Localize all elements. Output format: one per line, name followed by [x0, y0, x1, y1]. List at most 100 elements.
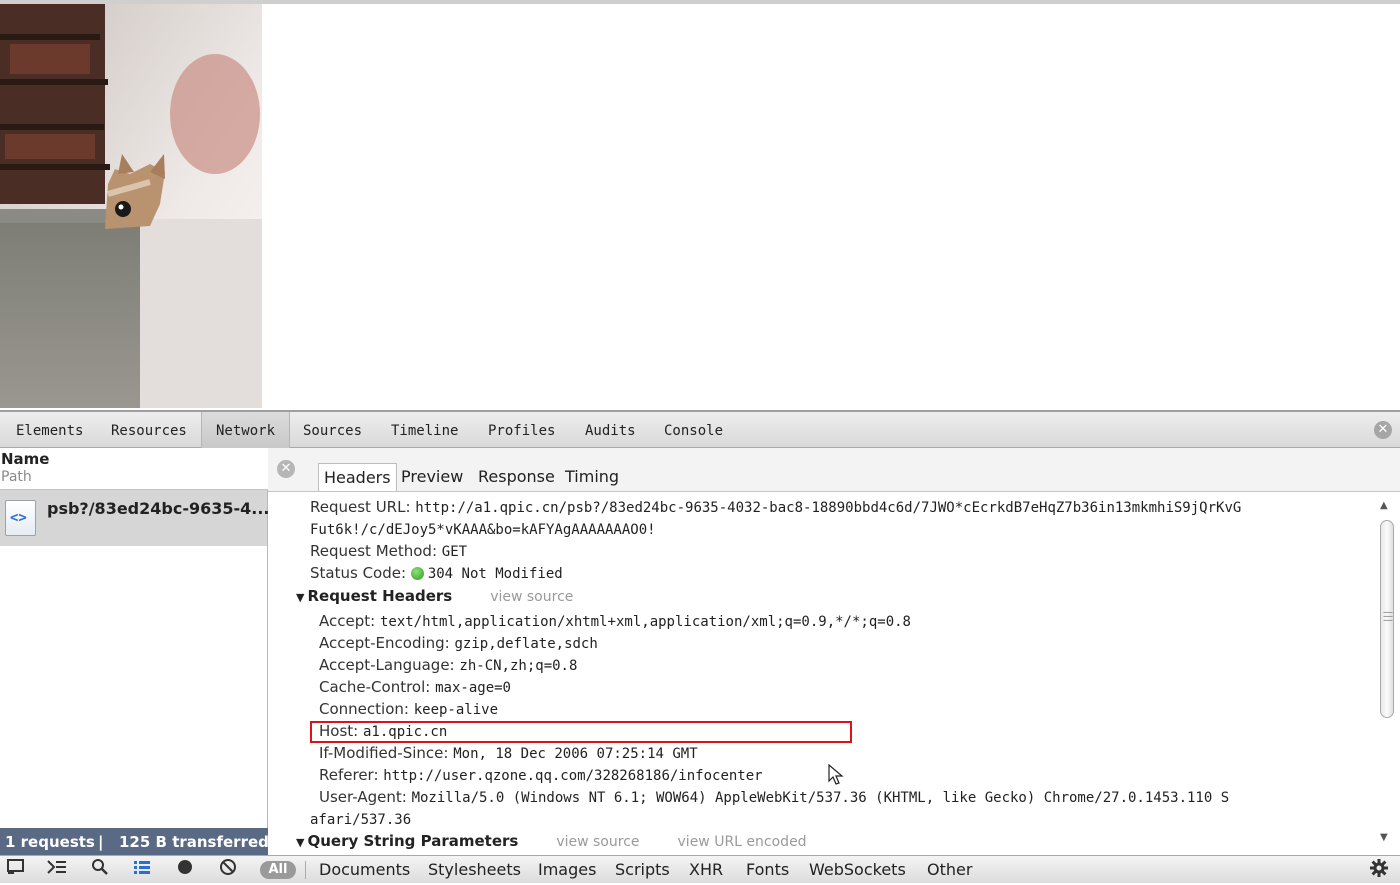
header-value-cont: afari/537.36 — [310, 812, 412, 828]
header-key: Referer: — [319, 766, 379, 784]
request-list-header[interactable]: Name Path — [0, 448, 268, 490]
header-accept-language: Accept-Language: zh-CN,zh;q=0.8 — [319, 656, 577, 674]
header-value: Mozilla/5.0 (Windows NT 6.1; WOW64) Appl… — [411, 790, 1230, 806]
filter-other[interactable]: Other — [927, 856, 972, 883]
close-icon: ✕ — [1377, 422, 1389, 437]
request-row[interactable]: <> psb?/83ed24bc-9635-4... — [0, 490, 270, 546]
console-drawer-icon[interactable] — [44, 858, 70, 882]
filter-images[interactable]: Images — [538, 856, 596, 883]
view-source-link[interactable]: view source — [490, 589, 573, 605]
detail-scrollbar[interactable]: ▲ — — — ▼ — [1372, 492, 1400, 855]
header-cache-control: Cache-Control: max-age=0 — [319, 678, 511, 696]
tab-elements[interactable]: Elements — [2, 412, 97, 448]
gear-icon[interactable] — [1366, 858, 1392, 882]
header-key: Accept: — [319, 612, 376, 630]
tab-network[interactable]: Network — [201, 412, 290, 448]
request-url-cont: Fut6k!/c/dEJoy5*vKAAA&bo=kAFYAgAAAAAAAO0… — [310, 520, 656, 538]
disclosure-triangle-icon: ▼ — [296, 836, 305, 849]
query-view-source-link[interactable]: view source — [556, 834, 639, 850]
devtools-window: Elements Resources Network Sources Timel… — [0, 410, 1400, 883]
filter-divider — [305, 861, 306, 879]
close-devtools-button[interactable]: ✕ — [1374, 421, 1392, 439]
filter-stylesheets[interactable]: Stylesheets — [428, 856, 521, 883]
summary-requests: 1 requests — [5, 833, 95, 851]
scroll-up-arrow-icon[interactable]: ▲ — [1380, 500, 1388, 511]
tab-profiles[interactable]: Profiles — [474, 412, 569, 448]
close-icon: ✕ — [280, 461, 292, 476]
mouse-cursor-icon — [828, 764, 844, 785]
request-method-value: GET — [441, 544, 468, 560]
tab-headers[interactable]: Headers — [318, 463, 397, 491]
header-accept: Accept: text/html,application/xhtml+xml,… — [319, 612, 911, 630]
query-string-section[interactable]: ▼ Query String Parameters view source view … — [296, 832, 807, 850]
cat-photo — [0, 4, 262, 408]
tab-response[interactable]: Response — [473, 463, 560, 491]
filter-scripts[interactable]: Scripts — [615, 856, 670, 883]
header-connection: Connection: keep-alive — [319, 700, 498, 718]
request-url-label: Request URL: — [310, 498, 411, 516]
devtools-status-bar: All Documents Stylesheets Images Scripts… — [0, 855, 1400, 883]
network-summary-bar: 1 requests | 125 B transferred — [0, 828, 269, 855]
header-key: If-Modified-Since: — [319, 744, 449, 762]
tab-resources[interactable]: Resources — [97, 412, 201, 448]
record-icon[interactable] — [172, 858, 198, 882]
header-value: gzip,deflate,sdch — [454, 636, 598, 652]
query-string-title: Query String Parameters — [307, 832, 519, 850]
header-value: text/html,application/xhtml+xml,applicat… — [379, 614, 911, 630]
page-viewport — [0, 0, 1400, 410]
request-url-value: http://a1.qpic.cn/psb?/83ed24bc-9635-403… — [415, 500, 1242, 516]
list-view-icon[interactable] — [129, 858, 155, 882]
tab-timeline[interactable]: Timeline — [377, 412, 472, 448]
request-list-pane: Name Path <> psb?/83ed24bc-9635-4... — [0, 448, 270, 855]
tab-sources[interactable]: Sources — [289, 412, 376, 448]
request-headers-section[interactable]: ▼ Request Headers view source — [296, 587, 573, 605]
referer-highlight-box — [310, 721, 852, 743]
status-code-label: Status Code: — [310, 564, 407, 582]
request-detail-pane: ✕ Headers Preview Response Timing Reques… — [268, 448, 1400, 855]
filter-fonts[interactable]: Fonts — [746, 856, 789, 883]
header-value: Mon, 18 Dec 2006 07:25:14 GMT — [453, 746, 698, 762]
close-detail-button[interactable]: ✕ — [277, 460, 295, 478]
header-key: Connection: — [319, 700, 409, 718]
tab-console[interactable]: Console — [650, 412, 737, 448]
devtools-panel-tabbar: Elements Resources Network Sources Timel… — [0, 410, 1400, 448]
view-url-encoded-link[interactable]: view URL encoded — [678, 834, 807, 850]
search-icon[interactable] — [87, 858, 113, 882]
header-value: zh-CN,zh;q=0.8 — [459, 658, 578, 674]
scroll-down-arrow-icon[interactable]: ▼ — [1380, 832, 1388, 843]
header-value: max-age=0 — [435, 680, 511, 696]
column-name-header[interactable]: Name — [1, 450, 49, 468]
dock-icon[interactable] — [3, 858, 29, 882]
scrollbar-thumb[interactable]: — — — — [1380, 520, 1394, 718]
tab-preview[interactable]: Preview — [396, 463, 468, 491]
cat-photo-art — [0, 4, 262, 408]
header-key: User-Agent: — [319, 788, 407, 806]
tab-timing[interactable]: Timing — [560, 463, 624, 491]
tab-audits[interactable]: Audits — [571, 412, 650, 448]
document-file-icon: <> — [5, 500, 36, 536]
summary-transferred: 125 B transferred — [119, 833, 269, 851]
filter-xhr[interactable]: XHR — [689, 856, 723, 883]
clear-icon[interactable] — [215, 858, 241, 882]
header-value: keep-alive — [413, 702, 499, 718]
request-headers-title: Request Headers — [307, 587, 453, 605]
summary-separator: | — [98, 833, 104, 851]
filter-all-button[interactable]: All — [260, 861, 296, 879]
column-path-header: Path — [1, 469, 32, 485]
headers-content: Request URL: http://a1.qpic.cn/psb?/83ed… — [268, 492, 1372, 855]
request-method-label: Request Method: — [310, 542, 438, 560]
header-user-agent-cont: afari/537.36 — [310, 810, 411, 828]
header-key: Accept-Language: — [319, 656, 455, 674]
header-user-agent: User-Agent: Mozilla/5.0 (Windows NT 6.1;… — [319, 788, 1229, 806]
header-value: http://user.qzone.qq.com/328268186/infoc… — [383, 768, 763, 784]
filter-websockets[interactable]: WebSockets — [809, 856, 906, 883]
filter-documents[interactable]: Documents — [319, 856, 410, 883]
disclosure-triangle-icon: ▼ — [296, 591, 305, 604]
request-url-row: Request URL: http://a1.qpic.cn/psb?/83ed… — [310, 498, 1241, 516]
request-method-row: Request Method: GET — [310, 542, 467, 560]
status-ok-icon — [410, 567, 424, 580]
status-code-value: 304 Not Modified — [427, 566, 563, 582]
request-name: psb?/83ed24bc-9635-4... — [47, 499, 270, 518]
header-key: Cache-Control: — [319, 678, 431, 696]
header-if-modified-since: If-Modified-Since: Mon, 18 Dec 2006 07:2… — [319, 744, 698, 762]
